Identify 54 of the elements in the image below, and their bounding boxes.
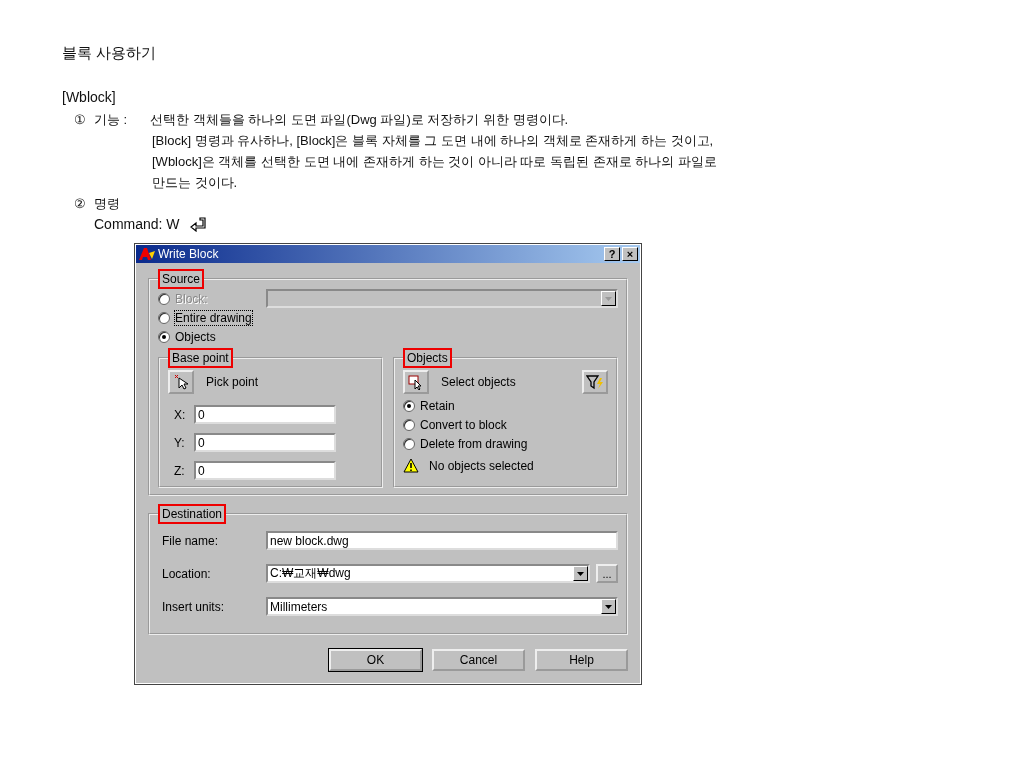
radio-button[interactable]: [158, 330, 170, 343]
units-dropdown[interactable]: Millimeters: [266, 597, 618, 616]
window-title: Write Block: [158, 247, 220, 261]
cursor-icon: [174, 374, 188, 390]
button-caption: Pick point: [206, 375, 259, 389]
page-title: 블록 사용하기: [62, 44, 158, 63]
filter-icon: [586, 374, 604, 390]
close-button[interactable]: ×: [622, 247, 638, 261]
help-button[interactable]: ?: [604, 247, 620, 261]
field-label: Insert units:: [161, 599, 226, 614]
dialog-button[interactable]: Cancel: [432, 649, 525, 671]
coordinate-label: Y:: [174, 435, 186, 450]
coordinate-field[interactable]: 0: [194, 405, 336, 424]
command-text: Command: W: [94, 215, 180, 234]
radio-label[interactable]: Convert to block: [420, 417, 507, 432]
coordinate-field[interactable]: 0: [194, 461, 336, 480]
description-line: [Wblock]은 객체를 선택한 도면 내에 존재하게 하는 것이 아니라 따로 독립된 존재로 하나의 파일로: [152, 153, 717, 171]
field-label: File name:: [161, 533, 220, 548]
coordinate-label: X:: [174, 407, 186, 422]
description-line: [Block] 명령과 유사하나, [Block]은 블록 자체를 그 도면 내에 하나의 객체로 존재하게 하는 것이고,: [152, 132, 715, 150]
item-label: 기능 :: [94, 111, 129, 129]
item-marker: ①: [74, 111, 87, 129]
group-label: Destination: [158, 504, 227, 524]
description-line: 선택한 객체들을 하나의 도면 파일(Dwg 파일)로 저장하기 위한 명령이다.: [150, 111, 570, 129]
warning-text: No objects selected: [429, 458, 534, 473]
dialog-button[interactable]: OK: [329, 649, 422, 671]
warning-icon: [403, 458, 419, 473]
browse-button[interactable]: ...: [596, 564, 618, 583]
section-heading: [Wblock]: [62, 89, 117, 105]
item-marker: ②: [74, 195, 87, 213]
select-objects-button[interactable]: [403, 370, 429, 394]
quick-select-button[interactable]: [582, 370, 608, 394]
description-line: 만드는 것이다.: [152, 174, 239, 192]
app-logo-icon: [138, 247, 156, 261]
button-caption: Select objects: [441, 375, 516, 389]
group-label: Objects: [403, 348, 452, 368]
enter-key-icon: [189, 216, 208, 232]
item-label: 명령: [94, 195, 120, 213]
radio-label[interactable]: Retain: [420, 398, 455, 413]
dialog-button[interactable]: Help: [535, 649, 628, 671]
radio-button[interactable]: [403, 437, 415, 450]
block-dropdown[interactable]: [266, 289, 618, 308]
field-label: Location:: [161, 566, 212, 581]
group-label: Base point: [168, 348, 233, 368]
coordinate-field[interactable]: 0: [194, 433, 336, 452]
group-label: Source: [158, 269, 205, 289]
radio-label[interactable]: Delete from drawing: [420, 436, 528, 451]
radio-label[interactable]: Entire drawing: [175, 310, 252, 325]
selection-cursor-icon: [408, 374, 424, 390]
radio-label[interactable]: Objects: [175, 329, 216, 344]
coordinate-label: Z:: [174, 463, 186, 478]
location-dropdown[interactable]: C:₩교재₩dwg: [266, 564, 590, 583]
file-name-field[interactable]: new block.dwg: [266, 531, 618, 550]
pick-point-button[interactable]: [168, 370, 194, 394]
